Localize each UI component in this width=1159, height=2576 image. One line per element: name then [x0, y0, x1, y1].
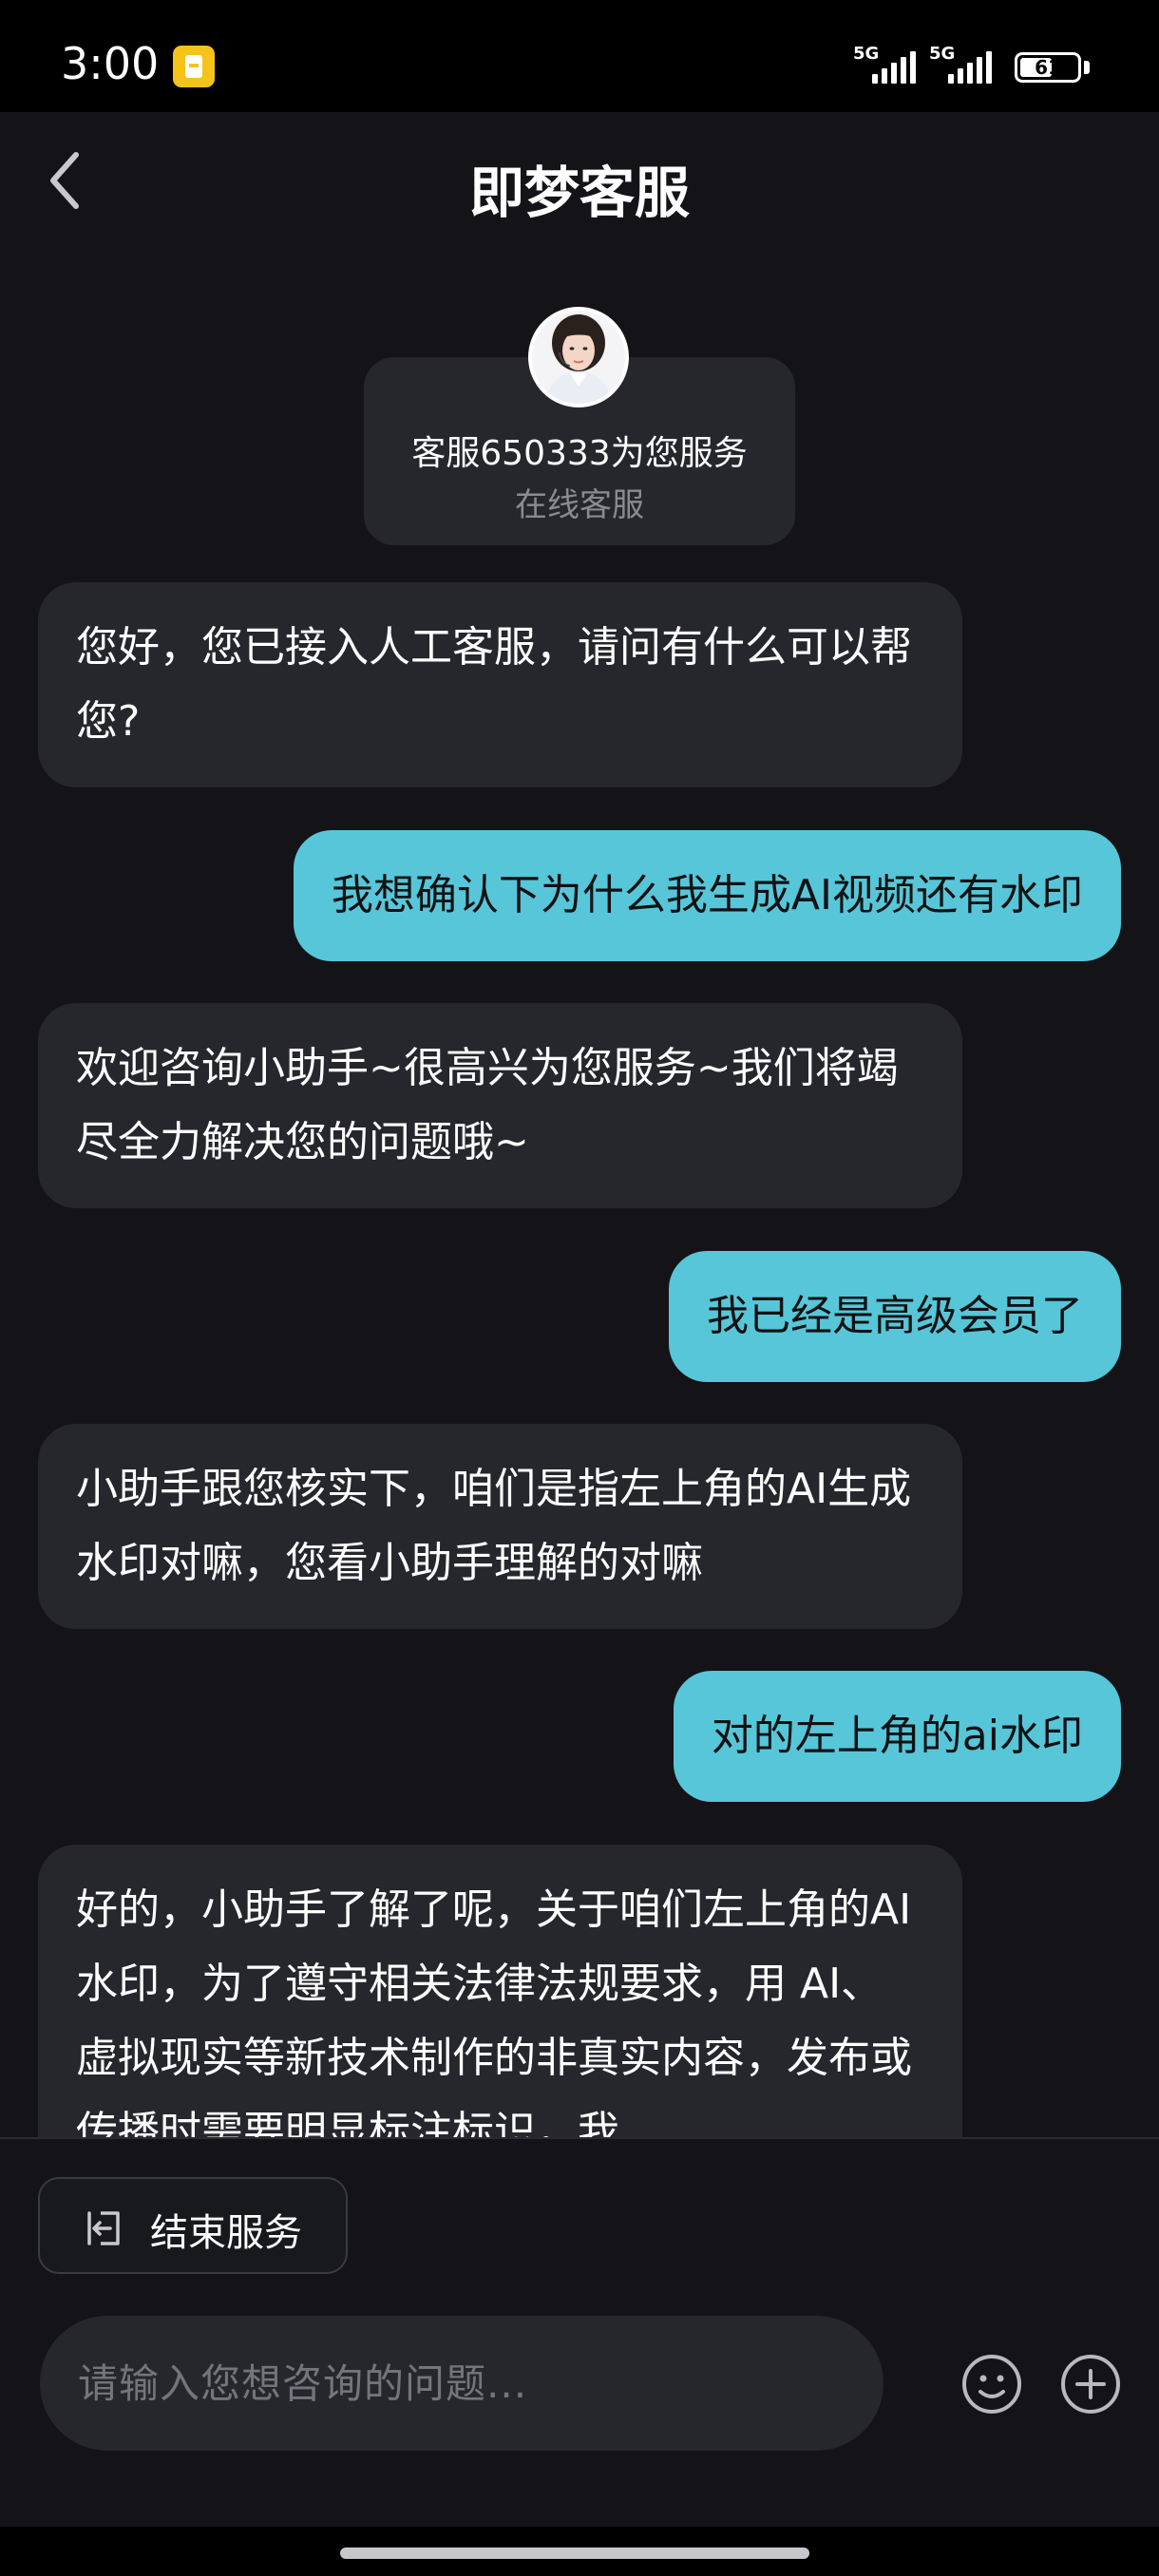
plus-icon — [1061, 2355, 1120, 2414]
home-indicator[interactable] — [340, 2548, 809, 2559]
page-title: 即梦客服 — [468, 161, 690, 225]
message-bubble-outgoing: 我想确认下为什么我生成AI视频还有水印 — [293, 830, 1121, 961]
battery-percent: 61 — [1035, 56, 1061, 79]
message-bubble-outgoing: 我已经是高级会员了 — [669, 1251, 1121, 1382]
emoji-icon — [962, 2355, 1021, 2414]
message-bubble-incoming: 您好，您已接入人工客服，请问有什么可以帮您? — [38, 582, 962, 787]
battery-tip — [1084, 61, 1090, 74]
message-bubble-incoming: 欢迎咨询小助手~很高兴为您服务~我们将竭尽全力解决您的问题哦~ — [38, 1003, 962, 1208]
end-service-button[interactable]: 结束服务 — [38, 2177, 348, 2274]
message-bubble-incoming: 小助手跟您核实下，咱们是指左上角的AI生成水印对嘛，您看小助手理解的对嘛 — [38, 1424, 962, 1629]
agent-subtitle: 在线客服 — [515, 486, 644, 524]
signal-strength-icon-2: 5G — [929, 44, 1005, 85]
footer-divider — [0, 2137, 1159, 2139]
exit-icon — [87, 2211, 120, 2245]
message-input-box[interactable] — [40, 2316, 884, 2451]
message-bubble-outgoing: 对的左上角的ai水印 — [673, 1671, 1121, 1802]
battery-icon: 61 — [1015, 52, 1081, 83]
message-bubble-incoming: 好的，小助手了解了呢，关于咱们左上角的AI水印，为了遵守相关法律法规要求，用 A… — [38, 1845, 962, 2137]
message-input[interactable] — [78, 2316, 838, 2451]
status-bar: 3:00 5G 5G 61 — [0, 0, 1159, 112]
attach-button[interactable] — [1058, 2352, 1123, 2416]
sim-card-icon — [173, 46, 215, 87]
agent-name: 客服650333为您服务 — [411, 434, 748, 473]
signal-strength-icon: 5G — [853, 44, 929, 85]
emoji-button[interactable] — [960, 2352, 1024, 2416]
agent-avatar — [528, 307, 629, 407]
agent-avatar-image — [532, 311, 625, 404]
status-time: 3:00 — [61, 38, 160, 89]
end-service-label: 结束服务 — [150, 2211, 302, 2255]
message-clip: 好的，小助手了解了呢，关于咱们左上角的AI水印，为了遵守相关法律法规要求，用 A… — [0, 1833, 1159, 2137]
app-header: 即梦客服 — [0, 112, 1159, 250]
